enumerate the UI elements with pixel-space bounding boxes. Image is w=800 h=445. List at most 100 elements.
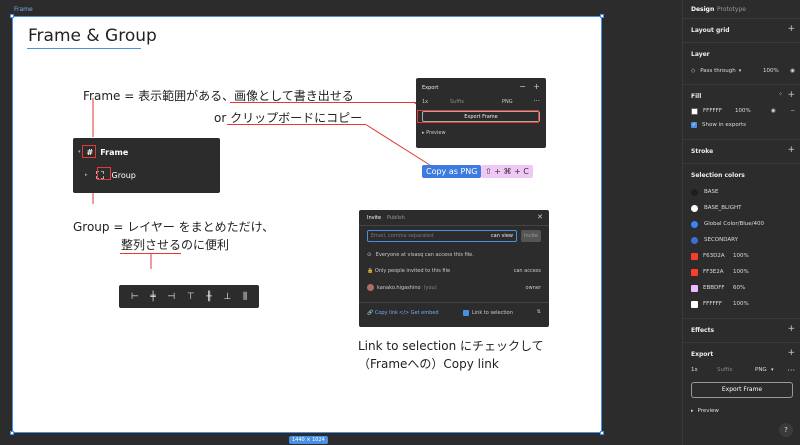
add-export-icon[interactable]: + — [787, 348, 795, 358]
resize-handle-tl[interactable] — [10, 14, 14, 18]
fill-row[interactable]: FFFFFF 100% ◉ − — [691, 105, 795, 117]
eye-icon[interactable]: ◉ — [771, 108, 776, 114]
selection-color-row[interactable]: BASE — [691, 186, 795, 198]
export-settings-row: 1x Suffix PNG ▾ ··· — [691, 364, 795, 376]
caption-line-2: （Frameへの）Copy link — [358, 357, 499, 371]
export-preview: ▸ Preview — [422, 130, 446, 136]
align-right-icon[interactable]: ⊣ — [167, 292, 175, 302]
frame[interactable]: Frame & Group Frame = 表示範囲がある、画像として書き出せる… — [10, 14, 604, 435]
selection-color-row[interactable]: Global Color/Blue/400 — [691, 218, 795, 230]
selection-color-row[interactable]: FFFFFF 100% — [691, 298, 795, 310]
tab-design[interactable]: Design — [691, 6, 714, 13]
layer-section: Layer ◇ Pass through ▾ 100% ◉ — [683, 42, 800, 84]
color-swatch[interactable] — [691, 204, 698, 212]
color-name: F63D2A — [703, 253, 725, 259]
distribute-icon[interactable]: ⫼ — [243, 292, 247, 302]
layer-group[interactable]: ▸ Group — [73, 164, 220, 186]
color-swatch[interactable] — [691, 268, 698, 276]
layout-grid-section: Layout grid + — [683, 18, 800, 42]
align-left-icon[interactable]: ⊢ — [131, 292, 139, 302]
fill-swatch[interactable] — [691, 107, 698, 115]
get-embed-image: </> Get embed — [399, 310, 439, 316]
export-scale[interactable]: 1x — [691, 367, 698, 373]
checkbox-checked-icon[interactable]: ✓ — [691, 122, 697, 128]
add-effect-icon[interactable]: + — [787, 324, 795, 334]
chevron-right-icon[interactable]: ▸ — [691, 408, 694, 414]
group-description-2: 整列させるのに便利 — [121, 238, 230, 252]
fill-opacity[interactable]: 100% — [735, 108, 751, 114]
selection-color-row[interactable]: SECONDARY — [691, 234, 795, 246]
blend-mode-row[interactable]: ◇ Pass through ▾ 100% ◉ — [691, 65, 795, 77]
selection-color-row[interactable]: BASE_BLIGHT — [691, 202, 795, 214]
remove-fill-icon[interactable]: − — [790, 108, 795, 114]
color-opacity[interactable]: 100% — [733, 253, 749, 259]
align-center-v-icon[interactable]: ╫ — [206, 292, 211, 302]
resize-handle-tr[interactable] — [600, 14, 604, 18]
eye-icon[interactable]: ◉ — [790, 68, 795, 74]
color-name: FF3E2A — [703, 269, 724, 275]
color-opacity[interactable]: 100% — [733, 301, 749, 307]
copy-link-label: Copy link — [374, 310, 398, 316]
avatar — [367, 284, 374, 291]
layer-title: Layer — [691, 51, 710, 58]
color-swatch[interactable] — [691, 220, 698, 228]
email-input-image: Email, comma separated can view — [367, 230, 517, 242]
style-grid-icon[interactable]: ⁘ — [778, 91, 783, 98]
export-scale: 1x — [422, 99, 429, 105]
help-button[interactable]: ? — [779, 423, 793, 437]
more-icon[interactable]: ··· — [787, 366, 795, 375]
underline-group — [120, 253, 181, 254]
export-suffix[interactable]: Suffix — [717, 367, 733, 373]
export-frame-button[interactable]: Export Frame — [691, 382, 793, 398]
email-placeholder: Email, comma separated — [371, 233, 434, 239]
color-swatch[interactable] — [691, 236, 698, 244]
link-to-selection-image: Link to selection — [463, 310, 513, 316]
design-panel: Design Prototype Layout grid + Layer ◇ P… — [682, 0, 800, 445]
app-root: { "canvas": { "frame_label": "Frame", "f… — [0, 0, 800, 445]
export-title: Export — [691, 351, 714, 358]
align-bottom-icon[interactable]: ⊥ — [223, 292, 231, 302]
show-in-exports-row[interactable]: ✓ Show in exports — [691, 119, 795, 131]
add-stroke-icon[interactable]: + — [787, 145, 795, 155]
more-icon: ··· — [533, 97, 540, 105]
tab-prototype[interactable]: Prototype — [717, 6, 746, 13]
canvas[interactable]: Frame Frame & Group Frame = 表示範囲がある、画像とし… — [0, 0, 682, 445]
color-opacity[interactable]: 60% — [733, 285, 745, 291]
copy-link-image: 🔗 Copy link — [367, 310, 398, 316]
export-format[interactable]: PNG — [755, 367, 767, 373]
chevron-down-icon[interactable]: ▾ — [78, 149, 81, 155]
frame-label[interactable]: Frame — [14, 6, 33, 13]
color-swatch[interactable] — [691, 284, 698, 292]
add-layout-grid-icon[interactable]: + — [787, 24, 795, 34]
color-opacity[interactable]: 100% — [733, 269, 749, 275]
invite-row-2-right: can access — [513, 268, 541, 274]
preview-row[interactable]: ▸ Preview — [691, 405, 795, 417]
color-swatch[interactable] — [691, 300, 698, 308]
link-to-selection-label: Link to selection — [472, 310, 513, 316]
close-icon: ✕ — [537, 213, 543, 221]
blend-mode-value[interactable]: Pass through — [700, 68, 736, 74]
color-name: Global Color/Blue/400 — [704, 221, 765, 227]
selection-color-row[interactable]: EBBDFF 60% — [691, 282, 795, 294]
resize-handle-bl[interactable] — [10, 431, 14, 435]
resize-handle-br[interactable] — [600, 431, 604, 435]
checkbox-checked-icon — [463, 310, 469, 316]
blend-mode-icon: ◇ — [691, 68, 696, 74]
layer-opacity[interactable]: 100% — [763, 68, 779, 74]
fill-hex[interactable]: FFFFFF — [703, 108, 722, 114]
add-fill-icon[interactable]: + — [787, 90, 795, 100]
shortcut-label: ⇧ + ⌘ + C — [481, 165, 533, 178]
chevron-right-icon[interactable]: ▸ — [85, 172, 88, 178]
frame-dimensions-badge: 1440 × 1024 — [289, 436, 328, 444]
chevron-down-icon[interactable]: ▾ — [771, 367, 774, 373]
selection-color-row[interactable]: F63D2A 100% — [691, 250, 795, 262]
align-top-icon[interactable]: ⊤ — [187, 292, 195, 302]
invite-row-1: Everyone at visasq can access this file. — [375, 252, 474, 258]
align-center-h-icon[interactable]: ╪ — [150, 292, 155, 302]
selection-color-row[interactable]: FF3E2A 100% — [691, 266, 795, 278]
caption: Link to selection にチェックして （Frameへの）Copy … — [358, 337, 544, 373]
perm-select: can view — [490, 233, 513, 239]
color-swatch[interactable] — [691, 252, 698, 260]
highlight-frame-icon — [82, 145, 96, 158]
color-swatch[interactable] — [691, 188, 698, 196]
